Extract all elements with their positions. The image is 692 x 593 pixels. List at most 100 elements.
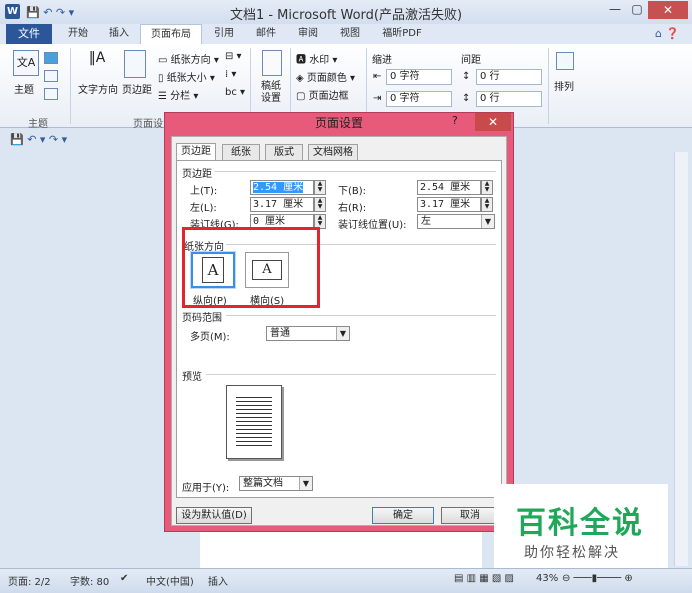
indent-right-input[interactable]: 0 字符: [386, 91, 452, 107]
dialog-title: 页面设置: [314, 116, 363, 130]
spacing-after-input[interactable]: 0 行: [476, 91, 542, 107]
watermark-subtitle: 助你轻松解决: [524, 545, 620, 561]
line-numbers-button[interactable]: ⁞ ▾: [225, 69, 236, 80]
dialog-help-button[interactable]: ?: [452, 114, 458, 127]
cancel-button[interactable]: 取消: [441, 507, 499, 524]
top-margin-spinner[interactable]: ▲ ▼: [314, 180, 326, 195]
divider: [206, 374, 496, 375]
columns-button[interactable]: ☰ 分栏 ▾: [158, 87, 198, 102]
theme-fonts-icon[interactable]: [44, 70, 58, 82]
pages-section-title: 页码范围: [182, 313, 222, 324]
restore-button[interactable]: ▢: [626, 2, 648, 20]
apply-to-select[interactable]: 整篇文档 ▼: [239, 476, 313, 491]
left-margin-label: 左(L):: [190, 203, 217, 214]
tab-margins[interactable]: 页边距: [176, 143, 216, 161]
divider: [214, 171, 496, 172]
zoom-slider[interactable]: ⊖ ───▮──── ⊕: [562, 573, 633, 584]
tab-page-layout[interactable]: 页面布局: [140, 24, 202, 44]
ok-button[interactable]: 确定: [372, 507, 434, 524]
left-margin-spinner[interactable]: ▲ ▼: [314, 197, 326, 212]
status-language[interactable]: 中文(中国): [146, 573, 194, 588]
text-direction-icon[interactable]: ‖A: [84, 50, 110, 76]
spacing-before-icon: ↕: [462, 71, 471, 82]
highlight-box: [182, 227, 320, 308]
divider: [548, 48, 549, 124]
tab-references[interactable]: 引用: [206, 24, 242, 44]
zoom-level[interactable]: 43%: [536, 573, 558, 584]
watermark-button[interactable]: 🅰 水印 ▾: [296, 51, 337, 66]
indent-right-icon: ⇥: [373, 93, 382, 104]
gutter-position-value: 左: [421, 216, 431, 227]
help-icon[interactable]: ⌂ ❓: [655, 27, 679, 40]
draft-paper-icon[interactable]: [262, 50, 282, 76]
multiple-pages-value: 普通: [270, 328, 290, 339]
status-words[interactable]: 字数: 80: [70, 573, 109, 588]
left-margin-input[interactable]: 3.17 厘米: [250, 197, 314, 212]
status-insert-mode[interactable]: 插入: [208, 573, 228, 588]
preview-lines: [236, 394, 272, 446]
divider: [226, 315, 496, 316]
preview-section-title: 预览: [182, 372, 202, 383]
draft-paper-label[interactable]: 稿纸 设置: [261, 81, 281, 105]
hyphenation-button[interactable]: bc ▾: [225, 87, 245, 98]
tab-review[interactable]: 审阅: [290, 24, 326, 44]
status-page[interactable]: 页面: 2/2: [8, 573, 51, 588]
tab-paper[interactable]: 纸张: [222, 144, 260, 161]
tab-layout[interactable]: 版式: [265, 144, 303, 161]
right-margin-label: 右(R):: [338, 203, 367, 214]
theme-label[interactable]: 主题: [14, 81, 34, 96]
margins-section-title: 页边距: [182, 169, 212, 180]
breaks-button[interactable]: ⊟ ▾: [225, 51, 242, 62]
tab-home[interactable]: 开始: [60, 24, 96, 44]
vertical-scrollbar[interactable]: [674, 152, 688, 566]
bottom-margin-label: 下(B):: [338, 186, 367, 197]
gutter-position-label: 装订线位置(U):: [338, 220, 407, 231]
text-direction-label[interactable]: 文字方向: [78, 81, 118, 96]
dialog-close-button[interactable]: ✕: [475, 113, 511, 131]
right-margin-spinner[interactable]: ▲ ▼: [481, 197, 493, 212]
indent-left-icon: ⇤: [373, 71, 382, 82]
arrange-label[interactable]: 排列: [554, 78, 574, 93]
theme-effects-icon[interactable]: [44, 88, 58, 100]
top-margin-input[interactable]: 2.54 厘米: [250, 180, 314, 195]
indent-left-input[interactable]: 0 字符: [386, 69, 452, 85]
margins-label[interactable]: 页边距: [122, 81, 152, 96]
group-theme-label: 主题: [28, 119, 48, 130]
multiple-pages-select[interactable]: 普通 ▼: [266, 326, 350, 341]
set-default-button[interactable]: 设为默认值(D): [176, 507, 252, 524]
right-margin-input[interactable]: 3.17 厘米: [417, 197, 481, 212]
bottom-margin-input[interactable]: 2.54 厘米: [417, 180, 481, 195]
page-color-button[interactable]: ◈ 页面颜色 ▾: [296, 69, 355, 84]
close-button[interactable]: ✕: [648, 1, 688, 19]
margins-icon[interactable]: [124, 50, 146, 78]
top-margin-value: 2.54 厘米: [253, 182, 304, 193]
proofing-icon[interactable]: ✔: [120, 573, 128, 584]
quick-access-toolbar: 💾 ↶ ▾ ↷ ▾: [0, 129, 170, 151]
spacing-after-icon: ↕: [462, 93, 471, 104]
top-margin-label: 上(T):: [190, 186, 218, 197]
indent-title: 缩进: [372, 55, 392, 66]
tab-foxit-pdf[interactable]: 福昕PDF: [374, 24, 430, 44]
tab-mailings[interactable]: 邮件: [248, 24, 284, 44]
size-button[interactable]: ▯ 纸张大小 ▾: [158, 69, 215, 84]
spacing-before-input[interactable]: 0 行: [476, 69, 542, 85]
preview-page: [226, 385, 282, 459]
theme-colors-icon[interactable]: [44, 52, 58, 64]
watermark-logo: 百科全说 助你轻松解决: [494, 484, 668, 568]
gutter-position-select[interactable]: 左 ▼: [417, 214, 495, 229]
tab-file[interactable]: 文件: [6, 24, 52, 44]
minimize-button[interactable]: —: [604, 2, 626, 20]
multiple-pages-label: 多页(M):: [190, 332, 230, 343]
tab-view[interactable]: 视图: [332, 24, 368, 44]
arrange-icon[interactable]: [556, 52, 574, 70]
view-buttons[interactable]: ▤ ▥ ▦ ▧ ▨: [454, 573, 514, 584]
undo-redo-icons[interactable]: 💾 ↶ ▾ ↷ ▾: [10, 133, 67, 146]
tab-doc-grid[interactable]: 文档网格: [308, 144, 358, 161]
bottom-margin-spinner[interactable]: ▲ ▼: [481, 180, 493, 195]
window-title: 文档1 - Microsoft Word(产品激活失败): [229, 8, 463, 23]
chevron-down-icon: ▼: [336, 327, 349, 340]
orientation-button[interactable]: ▭ 纸张方向 ▾: [158, 51, 219, 66]
page-border-button[interactable]: ▢ 页面边框: [296, 87, 349, 102]
tab-insert[interactable]: 插入: [102, 24, 136, 44]
theme-icon[interactable]: 文A: [13, 50, 39, 76]
